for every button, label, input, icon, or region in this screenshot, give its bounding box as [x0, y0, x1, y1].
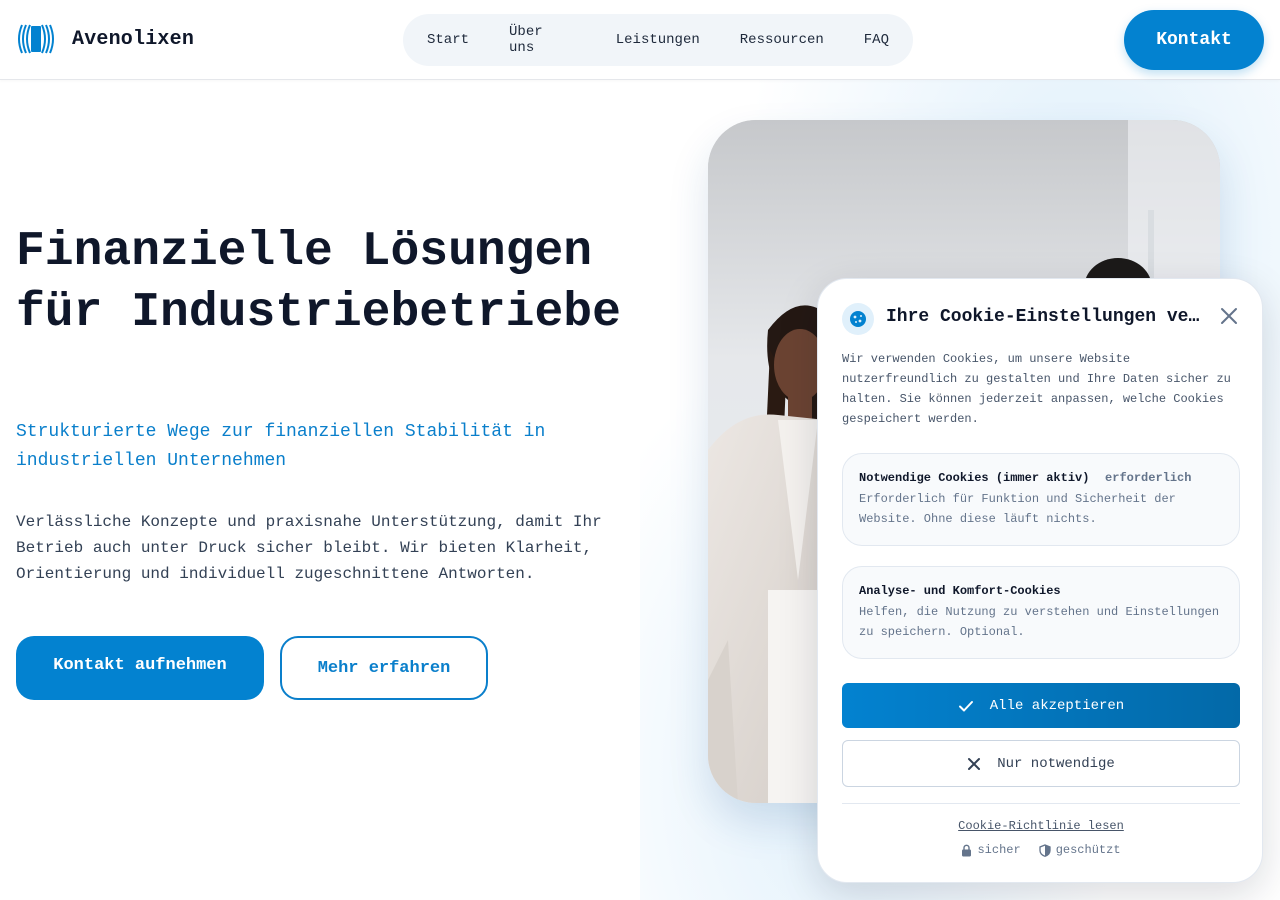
contact-now-button[interactable]: Kontakt aufnehmen	[16, 636, 264, 700]
option-title: Analyse- und Komfort-Cookies	[859, 584, 1061, 598]
divider	[842, 803, 1240, 804]
accept-all-button[interactable]: Alle akzeptieren	[842, 683, 1240, 728]
nav-item-faq[interactable]: FAQ	[864, 32, 889, 48]
brand[interactable]: Avenolixen	[16, 22, 194, 56]
cookie-dialog: Ihre Cookie-Einstellungen verwalten Wir …	[817, 278, 1263, 883]
nav-item-start[interactable]: Start	[427, 32, 469, 48]
cookie-icon-badge	[842, 303, 874, 335]
trust-secure-label: sicher	[977, 843, 1021, 857]
cookie-option-necessary[interactable]: Notwendige Cookies (immer aktiv) erforde…	[842, 453, 1240, 546]
nav-item-services[interactable]: Leistungen	[616, 32, 700, 48]
nav-item-resources[interactable]: Ressourcen	[740, 32, 824, 48]
close-icon[interactable]	[1218, 305, 1240, 327]
hero-subtitle: Strukturierte Wege zur finanziellen Stab…	[16, 422, 546, 471]
option-text: Helfen, die Nutzung zu verstehen und Ein…	[859, 605, 1220, 639]
hero-text: Verlässliche Konzepte und praxisnahe Unt…	[16, 513, 602, 583]
main-nav: Start Über uns Leistungen Ressourcen FAQ	[403, 14, 913, 66]
required-badge: erforderlich	[1105, 471, 1192, 485]
accept-all-label: Alle akzeptieren	[989, 697, 1125, 714]
cookie-option-analytics[interactable]: Analyse- und Komfort-Cookies Helfen, die…	[842, 566, 1240, 659]
check-icon	[958, 700, 973, 711]
cookie-title: Ihre Cookie-Einstellungen verwalten	[886, 307, 1206, 327]
cookie-policy-link[interactable]: Cookie-Richtlinie lesen	[818, 819, 1264, 833]
cookie-description: Wir verwenden Cookies, um unsere Website…	[842, 352, 1231, 426]
close-icon	[968, 757, 981, 770]
necessary-only-label: Nur notwendige	[997, 755, 1115, 772]
lock-icon	[962, 844, 972, 856]
site-header: Avenolixen Start Über uns Leistungen Res…	[0, 0, 1280, 80]
contact-button[interactable]: Kontakt	[1124, 10, 1264, 70]
cookie-icon	[850, 311, 866, 327]
nav-item-about[interactable]: Über uns	[509, 24, 576, 56]
option-title: Notwendige Cookies (immer aktiv)	[859, 471, 1090, 485]
trust-indicators: sicher geschützt	[818, 843, 1264, 857]
trust-secure: sicher	[961, 843, 1021, 857]
brand-name: Avenolixen	[72, 27, 195, 51]
hero-title: Finanzielle Lösungen für Industriebetrie…	[16, 225, 621, 340]
learn-more-button[interactable]: Mehr erfahren	[280, 636, 488, 700]
brand-logo-icon	[18, 24, 54, 54]
option-text: Erforderlich für Funktion und Sicherheit…	[859, 492, 1176, 526]
trust-protected-label: geschützt	[1055, 843, 1121, 857]
shield-icon	[1039, 843, 1051, 857]
necessary-only-button[interactable]: Nur notwendige	[842, 740, 1240, 787]
trust-protected: geschützt	[1039, 843, 1121, 857]
